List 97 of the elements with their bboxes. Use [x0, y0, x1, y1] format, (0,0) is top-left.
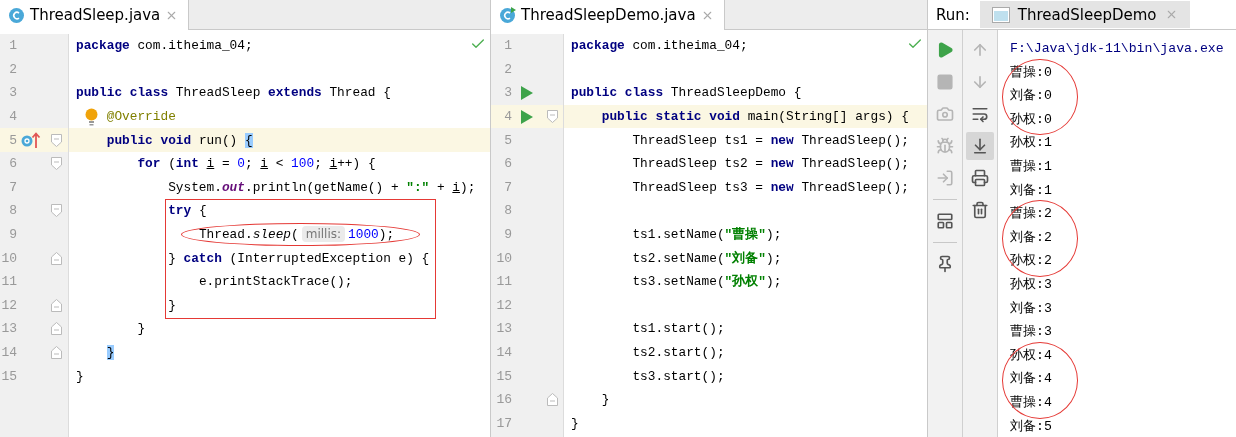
line-number: 6	[503, 156, 512, 172]
override-icon[interactable]	[21, 131, 41, 150]
console-line: 刘备:5	[1010, 418, 1052, 434]
console-line: 孙权:2	[1010, 253, 1052, 269]
code-line: e.printStackTrace();	[198, 274, 353, 290]
class-icon	[499, 6, 516, 24]
console-line: 孙权:1	[1010, 135, 1052, 151]
line-number: 11	[495, 274, 512, 290]
line-number: 8	[8, 203, 17, 219]
line-number: 17	[495, 415, 512, 431]
code-line: ts1.setName("曹操");	[632, 226, 782, 244]
run-icon[interactable]	[521, 109, 533, 124]
code-line: @Override	[106, 109, 176, 125]
line-number: 8	[503, 203, 512, 219]
console-line: 曹操:3	[1010, 324, 1052, 340]
run-label: Run:	[936, 5, 970, 24]
line-number: 3	[503, 85, 512, 101]
console-line: 曹操:1	[1010, 158, 1052, 174]
console-line: 刘备:1	[1010, 182, 1052, 198]
code-line: System.out.println(getName() + ":" + i);	[168, 179, 476, 195]
code-line: ts3.start();	[632, 368, 725, 384]
line-number: 14	[495, 345, 512, 360]
code-line: package com.itheima_04;	[76, 38, 253, 54]
console-line: 刘备:4	[1010, 371, 1052, 387]
line-number: 9	[8, 227, 17, 243]
code-line: }	[137, 321, 146, 337]
console-line: 刘备:3	[1010, 300, 1052, 316]
console-line: 孙权:0	[1010, 111, 1052, 127]
console-line: 曹操:0	[1010, 64, 1052, 80]
console-line: F:\Java\jdk-11\bin\java.exe	[1010, 41, 1224, 56]
code-line: public static void main(String[] args) {	[601, 109, 909, 125]
code-line: ThreadSleep ts3 = new ThreadSleep();	[632, 179, 909, 195]
fold-icon[interactable]	[546, 110, 558, 124]
fold-icon[interactable]	[546, 393, 558, 407]
run-icon[interactable]	[521, 86, 533, 100]
code-line: Thread.sleep( millis: 1000);	[198, 227, 395, 243]
console-line: 孙权:3	[1010, 276, 1052, 292]
code-line: public void run() {	[106, 132, 253, 148]
line-number: 15	[0, 368, 17, 384]
line-number: 4	[503, 109, 512, 125]
code-line: try {	[168, 203, 207, 219]
line-number: 15	[495, 368, 512, 384]
code-line: public class ThreadSleep extends Thread {	[76, 85, 391, 101]
run-tab[interactable]: ThreadSleepDemo	[979, 1, 1190, 28]
code-line: ts3.setName("孙权");	[632, 273, 782, 291]
fold-icon[interactable]	[50, 322, 62, 336]
code-line: ts1.start();	[632, 321, 725, 337]
code-line: } catch (InterruptedException e) {	[168, 250, 430, 266]
code-line: ThreadSleep ts1 = new ThreadSleep();	[632, 132, 909, 148]
line-number: 1	[8, 38, 17, 54]
editor-tab[interactable]: ThreadSleep.java	[0, 0, 190, 30]
code-line: ts2.start();	[632, 345, 725, 360]
line-number: 10	[0, 250, 17, 266]
line-number: 13	[0, 321, 17, 337]
code-line: }	[571, 415, 579, 431]
console-line: 曹操:2	[1010, 206, 1052, 222]
fold-icon[interactable]	[50, 251, 62, 265]
code-line: ThreadSleep ts2 = new ThreadSleep();	[632, 156, 909, 172]
fold-icon[interactable]	[50, 346, 62, 359]
console-line: 刘备:2	[1010, 229, 1052, 245]
line-number: 7	[8, 179, 17, 195]
fold-icon[interactable]	[50, 157, 62, 171]
code-line: }	[76, 368, 84, 384]
window-icon	[991, 6, 1010, 23]
bulb-icon[interactable]	[84, 107, 98, 126]
line-number: 12	[495, 297, 512, 313]
line-number: 3	[8, 85, 17, 101]
line-number: 12	[0, 297, 17, 313]
class-icon	[8, 6, 25, 24]
fold-icon[interactable]	[50, 133, 62, 147]
console-line: 刘备:0	[1010, 88, 1052, 104]
fold-icon[interactable]	[50, 298, 62, 312]
line-number: 6	[8, 156, 17, 172]
console-line: 孙权:4	[1010, 347, 1052, 363]
code-line: ts2.setName("刘备");	[632, 249, 782, 267]
console-line: 曹操:4	[1010, 394, 1052, 410]
line-number: 5	[503, 132, 512, 148]
line-number: 11	[0, 274, 17, 290]
fold-icon[interactable]	[50, 204, 62, 218]
code-line: package com.itheima_04;	[571, 38, 748, 54]
line-number: 14	[0, 345, 17, 360]
code-line: }	[601, 392, 610, 408]
line-number: 13	[495, 321, 512, 337]
line-number: 9	[503, 227, 512, 243]
line-number: 10	[495, 250, 512, 266]
scroll-to-end-icon[interactable]	[966, 132, 994, 160]
line-number: 7	[503, 179, 512, 195]
line-number: 1	[503, 38, 512, 54]
line-number: 4	[8, 109, 17, 125]
line-number: 2	[503, 61, 512, 77]
code-line: public class ThreadSleepDemo {	[571, 85, 802, 101]
editor-tab[interactable]: ThreadSleepDemo.java	[491, 0, 725, 30]
line-number: 2	[8, 61, 17, 77]
code-line: }	[168, 297, 176, 313]
line-number: 16	[495, 392, 512, 408]
code-line: for (int i = 0; i < 100; i++) {	[137, 156, 376, 172]
line-number: 5	[8, 132, 17, 148]
